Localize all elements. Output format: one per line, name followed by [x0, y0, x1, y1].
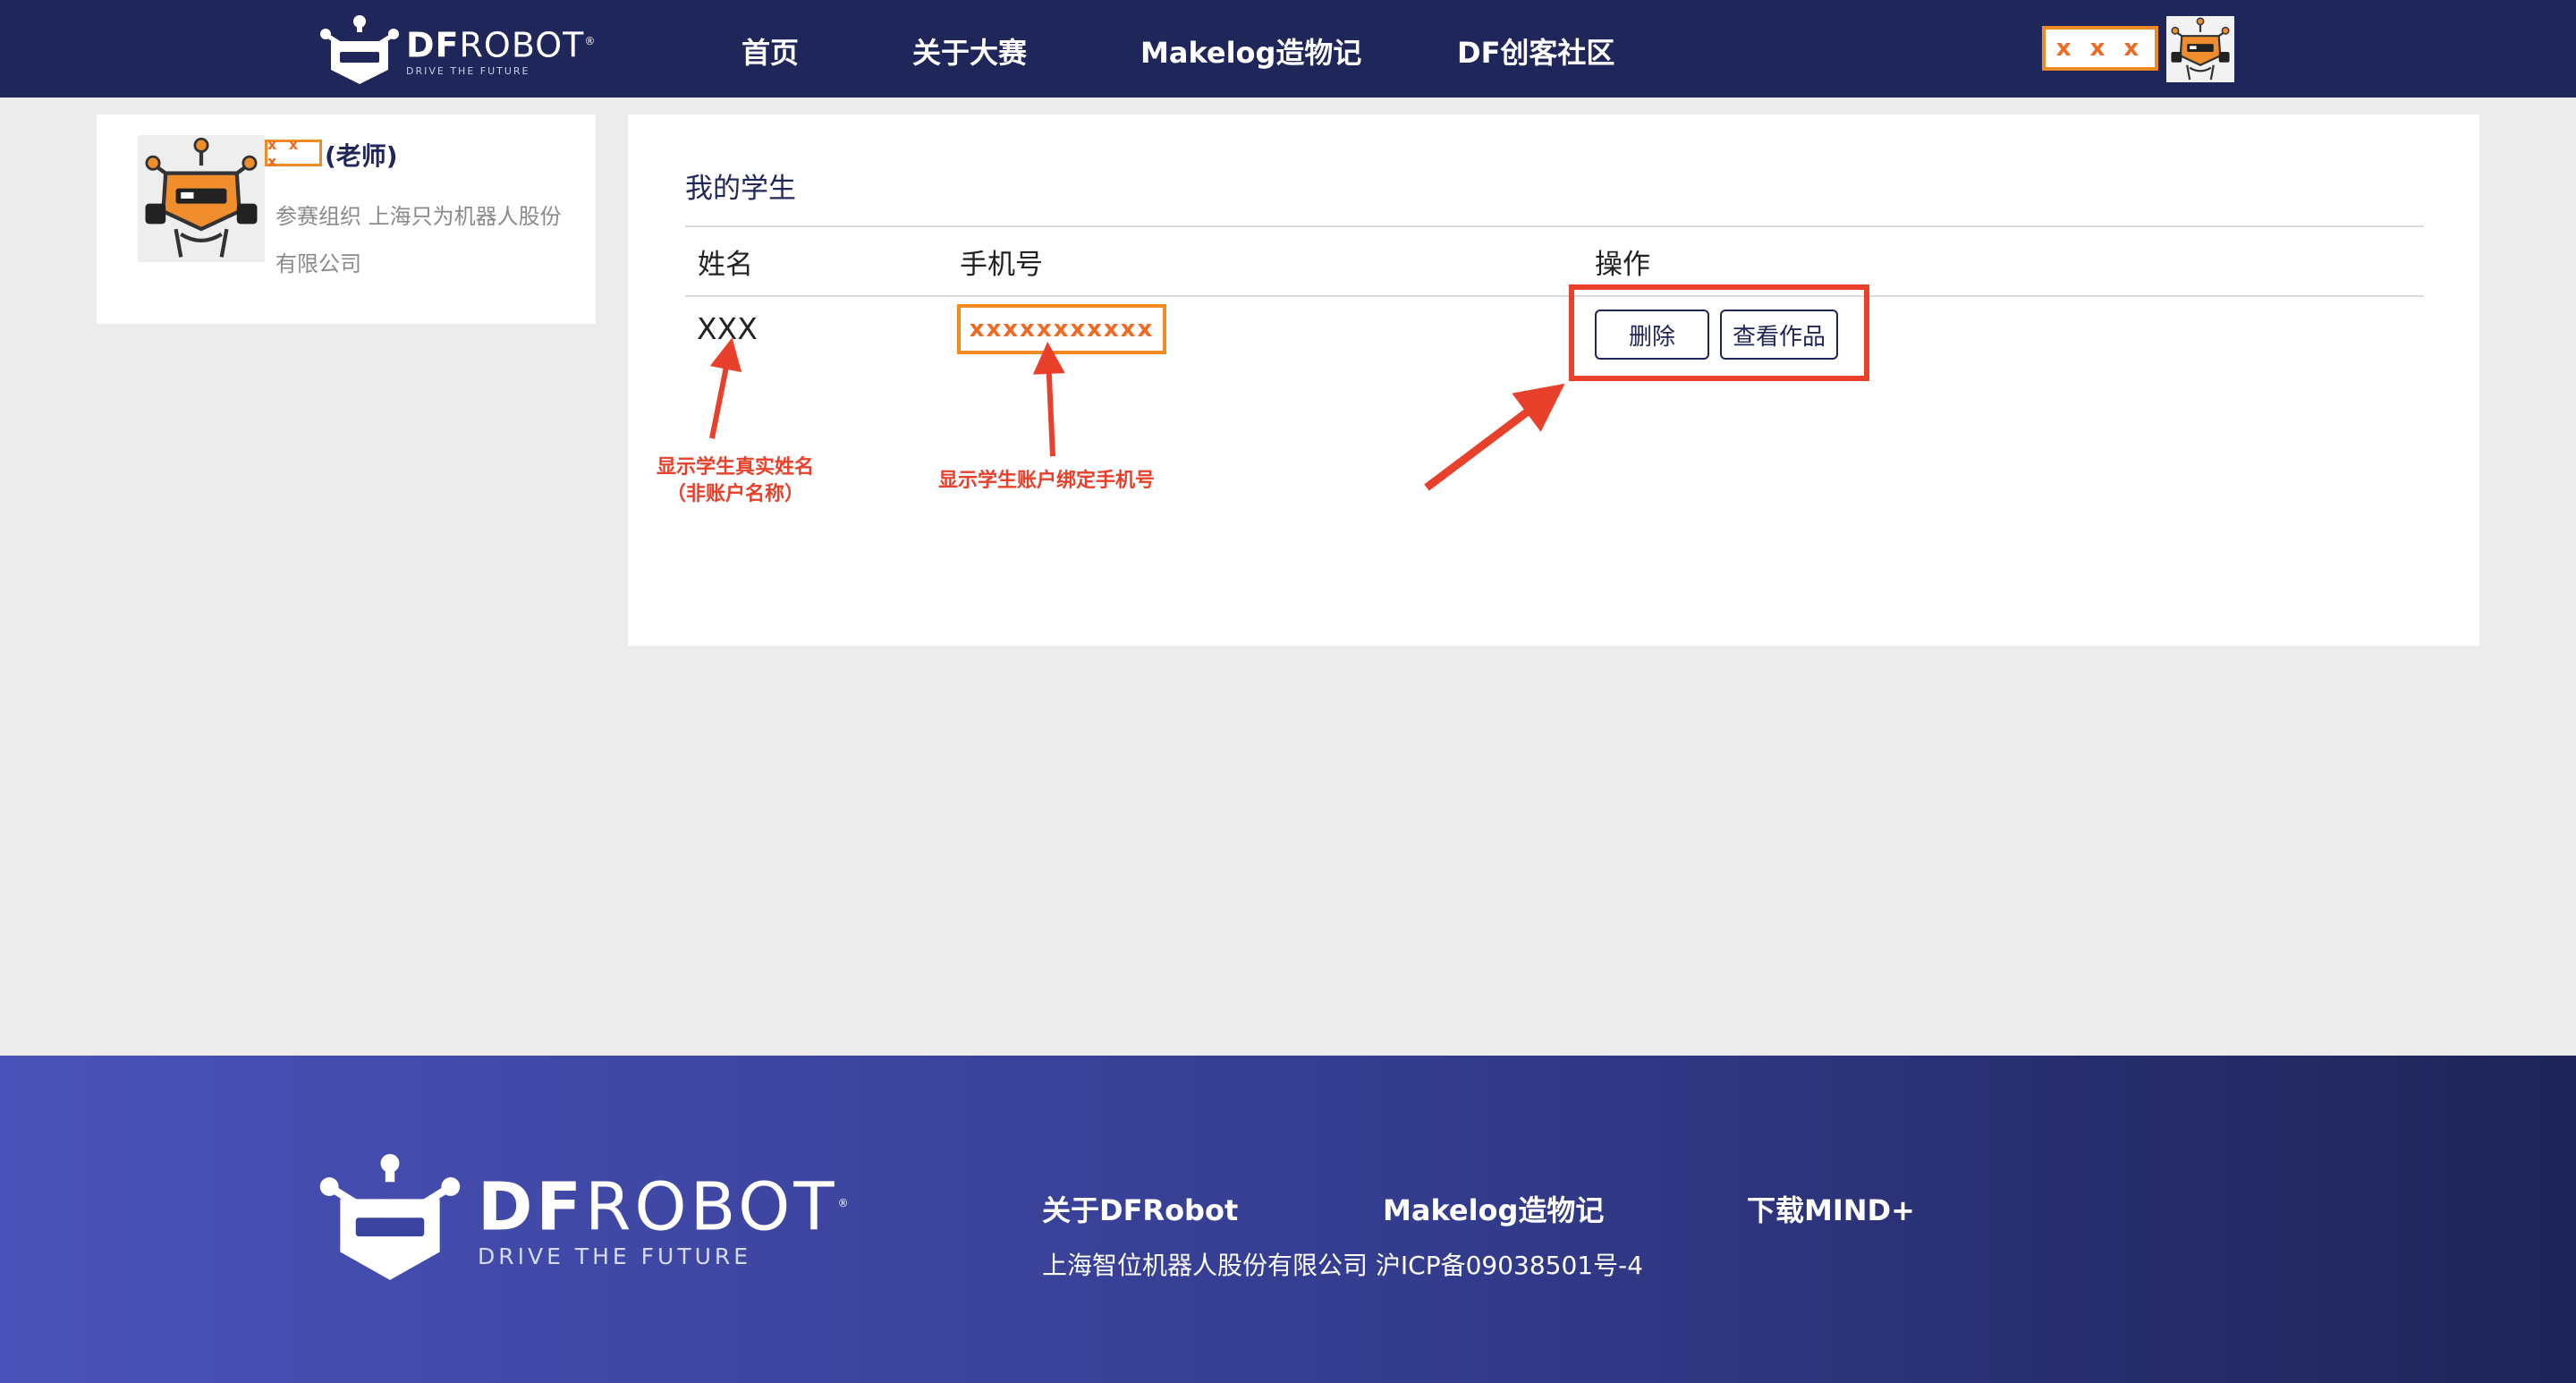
student-phone-cell: xxxxxxxxxxx	[957, 304, 1166, 354]
profile-card: x x x (老师) 参赛组织 上海只为机器人股份有限公司	[97, 115, 596, 324]
robot-logo-icon	[319, 1153, 461, 1280]
profile-organization: 参赛组织 上海只为机器人股份有限公司	[275, 204, 562, 276]
column-header-phone: 手机号	[960, 249, 1043, 281]
footer-link-download-mind[interactable]: 下载MIND+	[1747, 1188, 1915, 1229]
footer-dfrobot-logo[interactable]: DFROBOT® DRIVE THE FUTURE	[318, 1152, 852, 1286]
nav-df-community[interactable]: DF创客社区	[1457, 30, 1614, 72]
column-header-name: 姓名	[698, 249, 753, 281]
footer-logo-wordmark: DFROBOT®	[478, 1168, 852, 1246]
user-avatar[interactable]	[2166, 16, 2234, 82]
top-navbar: DFROBOT® DRIVE THE FUTURE 首页 关于大赛 Makelo…	[0, 0, 2576, 98]
footer-copyright: 上海智位机器人股份有限公司 沪ICP备09038501号-4	[1042, 1251, 1644, 1280]
delete-button[interactable]: 删除	[1595, 310, 1709, 360]
profile-name: x x x	[265, 136, 322, 170]
column-header-actions: 操作	[1595, 249, 1650, 281]
student-name-cell: XXX	[697, 311, 758, 346]
view-works-button[interactable]: 查看作品	[1720, 310, 1838, 360]
profile-avatar	[138, 135, 265, 262]
robot-logo-icon	[320, 15, 399, 84]
profile-role: (老师)	[325, 141, 398, 171]
mascot-avatar-icon	[145, 137, 258, 258]
logo-wordmark: DFROBOT®	[406, 25, 597, 65]
footer-link-about[interactable]: 关于DFRobot	[1042, 1188, 1238, 1229]
divider	[685, 295, 2424, 297]
user-name-badge[interactable]: x x x	[2042, 26, 2158, 71]
annotation-name-note: 显示学生真实姓名 （非账户名称）	[656, 456, 814, 505]
dfrobot-logo[interactable]: DFROBOT® DRIVE THE FUTURE	[318, 14, 596, 86]
nav-about-contest[interactable]: 关于大赛	[912, 30, 1027, 72]
annotation-phone-note: 显示学生账户绑定手机号	[937, 470, 1155, 492]
students-panel: 我的学生 姓名 手机号 操作 XXX xxxxxxxxxxx 删除 查看作品	[628, 115, 2479, 646]
nav-home[interactable]: 首页	[741, 30, 799, 72]
divider	[685, 225, 2424, 227]
footer: DFROBOT® DRIVE THE FUTURE 关于DFRobot Make…	[0, 1056, 2576, 1383]
page-title: 我的学生	[685, 173, 796, 205]
logo-tagline: DRIVE THE FUTURE	[406, 64, 530, 77]
nav-makelog[interactable]: Makelog造物记	[1140, 30, 1361, 72]
footer-logo-tagline: DRIVE THE FUTURE	[478, 1243, 752, 1269]
footer-link-makelog[interactable]: Makelog造物记	[1383, 1188, 1604, 1229]
mascot-avatar-icon	[2171, 17, 2230, 81]
